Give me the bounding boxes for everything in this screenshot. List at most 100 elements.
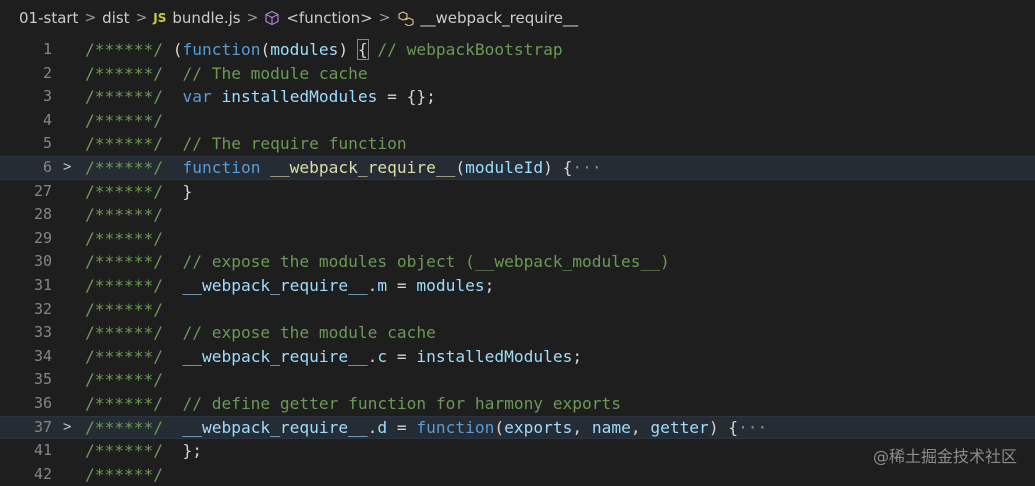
fold-chevron-icon[interactable]: > [63,156,77,180]
variable-symbol-icon [397,10,415,26]
breadcrumb-folder-01-start[interactable]: 01-start [19,9,78,27]
chevron-right-icon: > [246,10,259,26]
code-text: /******/ [85,227,163,251]
code-token: getter [650,417,709,437]
code-token: ) { [708,417,739,437]
code-token: __webpack_require__ [182,417,368,437]
code-token: } [172,181,193,201]
code-token: d [377,417,388,437]
code-line[interactable]: 30 /******/ // expose the modules object … [0,250,1035,274]
code-token: function [182,40,261,59]
code-text: /******/ function __webpack_require__(mo… [85,156,602,180]
code-token: /******/ [85,252,173,272]
code-token: . [367,346,378,366]
code-token: /******/ [85,323,173,343]
code-token: /******/ [85,134,173,154]
code-editor[interactable]: 1/******/ (function(modules) { // webpac… [0,38,1035,485]
code-token: // The require function [172,134,407,154]
code-token: __webpack_require__ [270,157,456,177]
breadcrumb-symbol-webpack-require[interactable]: __webpack_require__ [421,9,579,27]
code-token: /******/ [85,417,173,437]
code-token: __webpack_require__ [182,346,368,366]
code-token: /******/ [85,63,173,83]
code-text: /******/ [85,298,163,322]
code-token: /******/ [85,228,163,248]
code-token: /******/ [85,346,173,366]
line-number: 4 [42,110,52,129]
code-token: exports [504,417,573,437]
code-token: , [572,417,592,437]
code-line[interactable]: 35 /******/ [0,368,1035,392]
code-text: /******/ (function(modules) { // webpack… [85,38,563,62]
code-text: /******/ // The require function [85,132,407,156]
code-line[interactable]: 3 /******/ var installedModules = {}; [0,85,1035,109]
code-text: /******/ __webpack_require__.d = functio… [85,416,767,440]
code-line[interactable]: 28 /******/ [0,203,1035,227]
code-line[interactable]: 32 /******/ [0,298,1035,322]
code-line[interactable]: 36 /******/ // define getter function for… [0,392,1035,416]
code-token: var [182,87,212,107]
code-token: ; [484,275,495,295]
line-number: 37 [33,417,52,436]
code-token: modules [416,275,485,295]
cube-symbol-icon [264,10,280,26]
code-line[interactable]: 4 /******/ [0,109,1035,133]
code-token: { [356,39,369,60]
code-token: /******/ [85,464,163,484]
breadcrumb-file-bundle-js[interactable]: bundle.js [172,9,240,27]
line-number: 30 [33,252,52,271]
code-token: moduleId [465,157,544,177]
code-token: ( [455,157,466,177]
code-line[interactable]: 31 /******/ __webpack_require__.m = modul… [0,274,1035,298]
code-token: ) [338,40,358,59]
code-token: /******/ [85,205,163,225]
line-number: 36 [33,393,52,412]
code-line[interactable]: 1 /******/ (function(modules) { // webpac… [0,38,1035,62]
code-line[interactable]: 34 /******/ __webpack_require__.c = insta… [0,345,1035,369]
line-number: 35 [33,370,52,389]
code-token: ; [572,346,583,366]
code-line[interactable]: 2 /******/ // The module cache [0,62,1035,86]
line-number: 32 [33,299,52,318]
code-token: /******/ [85,110,163,130]
code-token: modules [270,40,339,59]
line-number: 5 [42,134,52,153]
code-token: // define getter function for harmony ex… [172,393,622,413]
breadcrumb-symbol-function[interactable]: <function> [286,9,372,27]
line-number: 29 [33,228,52,247]
code-token: }; [172,441,202,461]
line-number: 33 [33,323,52,342]
code-token: , [630,417,651,437]
code-token: . [367,417,378,437]
code-text: /******/ var installedModules = {}; [85,85,436,109]
chevron-right-icon: > [84,10,97,26]
breadcrumb: 01-start > dist > JS bundle.js > <functi… [0,0,1035,36]
line-number: 31 [33,275,52,294]
code-token: /******/ [85,87,173,107]
code-line[interactable]: 37 > /******/ __webpack_require__.d = func… [0,415,1035,440]
line-number: 6 [42,157,52,176]
code-line[interactable]: 33 /******/ // expose the module cache [0,321,1035,345]
code-line[interactable]: 6 > /******/ function __webpack_require__(… [0,155,1035,180]
javascript-file-icon: JS [153,11,167,25]
breadcrumb-folder-dist[interactable]: dist [102,9,129,27]
code-token: // webpackBootstrap [367,40,563,59]
code-token: = [387,417,417,437]
line-number: 28 [33,205,52,224]
code-line[interactable]: 29 /******/ [0,227,1035,251]
code-token: ) { [543,157,573,177]
fold-chevron-icon[interactable]: > [63,416,77,440]
code-token: ··· [572,157,602,177]
line-number: 1 [42,40,52,58]
code-token: c [377,346,388,366]
code-token: = [387,346,417,366]
code-text: /******/ [85,109,163,133]
code-line[interactable]: 27 /******/ } [0,180,1035,204]
code-token: ( [260,40,271,59]
code-line[interactable]: 5 /******/ // The require function [0,132,1035,156]
